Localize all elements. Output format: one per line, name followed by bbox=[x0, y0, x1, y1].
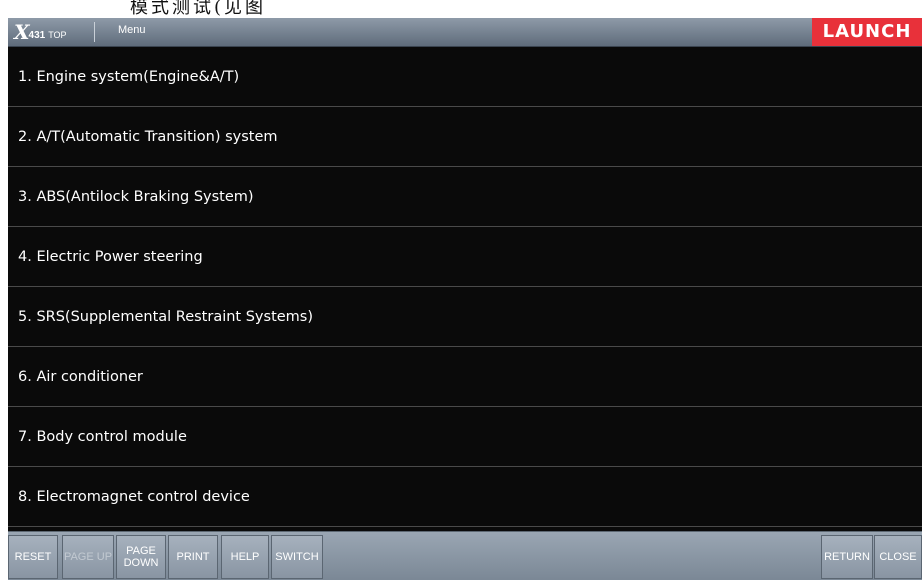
menu-item-label: 7. Body control module bbox=[18, 428, 187, 445]
help-button[interactable]: HELP bbox=[221, 535, 269, 579]
reset-button[interactable]: RESET bbox=[8, 535, 58, 579]
title-divider bbox=[94, 22, 95, 42]
menu-item-label: 3. ABS(Antilock Braking System) bbox=[18, 188, 254, 205]
logo-x-mark: X bbox=[14, 20, 30, 44]
page-top-strip: 模式测试(见图 bbox=[0, 0, 922, 18]
page-down-button[interactable]: PAGE DOWN bbox=[116, 535, 166, 579]
system-menu-list: 1. Engine system(Engine&A/T) 2. A/T(Auto… bbox=[8, 47, 922, 530]
diagnostic-screen: X 431 TOP Menu LAUNCH 1. Engine system(E… bbox=[8, 18, 922, 580]
menu-item-engine-system[interactable]: 1. Engine system(Engine&A/T) bbox=[8, 47, 922, 107]
close-button[interactable]: CLOSE bbox=[874, 535, 922, 579]
logo-model-number: 431 bbox=[28, 29, 46, 41]
menu-item-at-system[interactable]: 2. A/T(Automatic Transition) system bbox=[8, 107, 922, 167]
menu-item-abs[interactable]: 3. ABS(Antilock Braking System) bbox=[8, 167, 922, 227]
bottom-toolbar: RESET PAGE UP PAGE DOWN PRINT HELP SWITC… bbox=[8, 531, 922, 580]
page-caption: 模式测试(见图 bbox=[130, 0, 267, 18]
menu-item-label: 1. Engine system(Engine&A/T) bbox=[18, 68, 240, 85]
menu-item-body-control-module[interactable]: 7. Body control module bbox=[8, 407, 922, 467]
title-bar: X 431 TOP Menu LAUNCH bbox=[8, 18, 922, 47]
menu-item-srs[interactable]: 5. SRS(Supplemental Restraint Systems) bbox=[8, 287, 922, 347]
menu-item-label: 2. A/T(Automatic Transition) system bbox=[18, 128, 278, 145]
menu-title: Menu bbox=[118, 24, 146, 36]
menu-item-label: 5. SRS(Supplemental Restraint Systems) bbox=[18, 308, 314, 325]
menu-item-label: 4. Electric Power steering bbox=[18, 248, 203, 265]
switch-button[interactable]: SWITCH bbox=[271, 535, 323, 579]
print-button[interactable]: PRINT bbox=[168, 535, 218, 579]
x431-logo: X 431 TOP bbox=[14, 22, 67, 42]
menu-item-electric-power-steering[interactable]: 4. Electric Power steering bbox=[8, 227, 922, 287]
menu-item-air-conditioner[interactable]: 6. Air conditioner bbox=[8, 347, 922, 407]
page-up-button[interactable]: PAGE UP bbox=[62, 535, 114, 579]
return-button[interactable]: RETURN bbox=[821, 535, 873, 579]
menu-item-label: 6. Air conditioner bbox=[18, 368, 143, 385]
menu-item-electromagnet-control-device[interactable]: 8. Electromagnet control device bbox=[8, 467, 922, 527]
logo-model-suffix: TOP bbox=[48, 30, 67, 40]
menu-item-label: 8. Electromagnet control device bbox=[18, 488, 250, 505]
launch-brand-logo: LAUNCH bbox=[812, 18, 922, 46]
